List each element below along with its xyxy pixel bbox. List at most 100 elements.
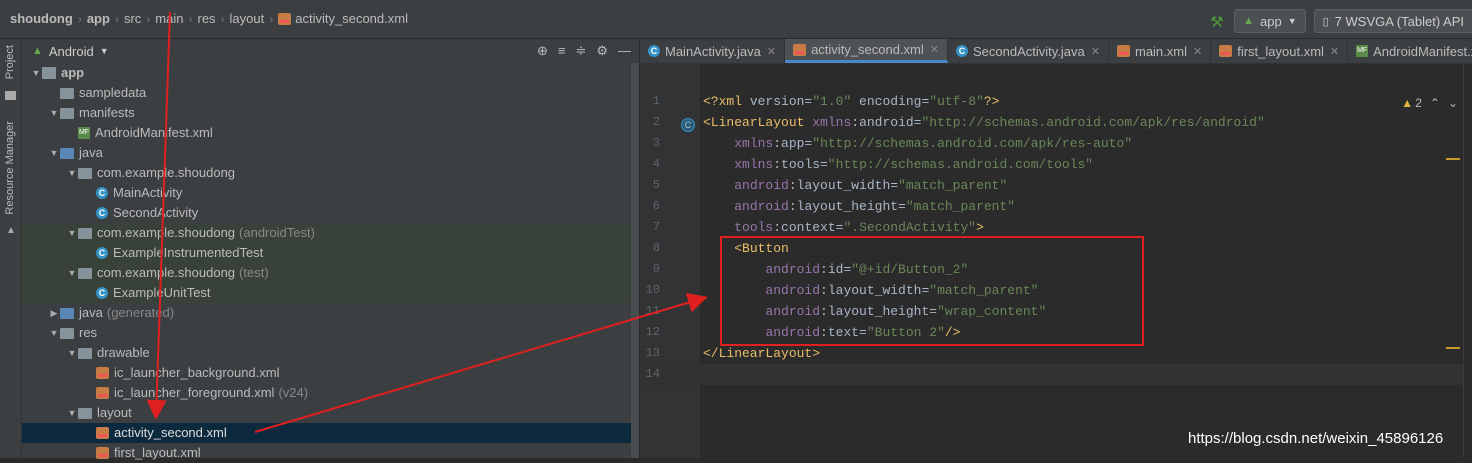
code-line[interactable]: 3 xmlns:app="http://schemas.android.com/… [640, 133, 1472, 154]
tree-item-label: com.example.shoudong [97, 225, 236, 240]
folder-icon [60, 107, 74, 119]
expand-arrow-icon[interactable]: ▼ [48, 103, 60, 123]
tree-item-label: layout [97, 405, 132, 420]
tree-item[interactable]: ic_launcher_background.xml [22, 363, 639, 383]
minimize-icon[interactable]: — [618, 43, 631, 59]
close-icon[interactable]: ✕ [767, 45, 776, 58]
tree-item-label: manifests [79, 105, 135, 120]
code-text: xmlns:tools="http://schemas.android.com/… [734, 157, 1094, 172]
code-line[interactable]: 4 xmlns:tools="http://schemas.android.co… [640, 154, 1472, 175]
tree-item[interactable]: activity_second.xml [22, 423, 639, 443]
tree-item[interactable]: ▼ java [22, 143, 639, 163]
close-icon[interactable]: ✕ [1330, 45, 1339, 58]
run-config-dropdown[interactable]: ▲ app ▼ [1234, 9, 1306, 33]
editor-scrollbar[interactable] [1463, 64, 1472, 458]
warning-count: 2 [1415, 96, 1422, 110]
breadcrumb-item[interactable]: src [124, 11, 141, 26]
chevron-down-icon[interactable]: ⌄ [1448, 96, 1458, 110]
expand-arrow-icon[interactable]: ▼ [66, 163, 78, 183]
xml-icon [793, 43, 807, 56]
tree-item[interactable]: ▼ com.example.shoudong (androidTest) [22, 223, 639, 243]
code-line[interactable]: 13 </LinearLayout> [640, 343, 1472, 364]
editor-tab[interactable]: MF AndroidManifest.xml [1348, 39, 1472, 63]
expand-arrow-icon[interactable]: ▼ [30, 63, 42, 83]
breadcrumb: shoudong › app › src › main › res › layout › a… [10, 11, 408, 26]
tree-item[interactable]: ▶ java (generated) [22, 303, 639, 323]
expand-all-icon[interactable]: ≡ [558, 43, 566, 59]
tree-item[interactable]: MF AndroidManifest.xml [22, 123, 639, 143]
folder-icon [78, 167, 92, 179]
project-tool-tab[interactable]: Project [4, 45, 16, 79]
editor-tab[interactable]: first_layout.xml ✕ [1211, 39, 1349, 63]
expand-arrow-icon[interactable]: ▼ [66, 223, 78, 243]
editor-tab[interactable]: C MainActivity.java ✕ [640, 39, 786, 63]
line-number: 11 [645, 304, 660, 318]
tree-item[interactable]: ▼ drawable [22, 343, 639, 363]
tree-item[interactable]: ▼ manifests [22, 103, 639, 123]
tree-item-label: first_layout.xml [114, 445, 201, 460]
editor-tab[interactable]: main.xml ✕ [1109, 39, 1212, 63]
breadcrumb-item[interactable]: shoudong [10, 11, 73, 26]
tree-item-suffix: (v24) [278, 385, 309, 400]
tree-item[interactable]: ▼ app [22, 63, 639, 83]
inspection-widget[interactable]: ▲ 2 ⌃ ⌄ [1401, 96, 1458, 110]
breadcrumb-separator: › [146, 11, 151, 26]
code-line[interactable]: 6 android:layout_height="match_parent" [640, 196, 1472, 217]
line-number: 3 [652, 136, 660, 150]
device-dropdown[interactable]: ▯ 7 WSVGA (Tablet) API [1313, 9, 1472, 33]
expand-arrow-icon[interactable]: ▼ [48, 143, 60, 163]
line-number: 7 [652, 220, 660, 234]
folder-icon [5, 91, 16, 100]
breadcrumb-separator: › [269, 11, 274, 26]
tree-item[interactable]: sampledata [22, 83, 639, 103]
editor-tab-label: activity_second.xml [811, 42, 924, 57]
tree-item-label: ExampleInstrumentedTest [113, 245, 264, 260]
tree-item-label: res [79, 325, 98, 340]
close-icon[interactable]: ✕ [930, 43, 939, 56]
code-text: xmlns:app="http://schemas.android.com/ap… [734, 136, 1133, 151]
breadcrumb-item[interactable]: res [197, 11, 215, 26]
tree-item[interactable]: ▼ com.example.shoudong [22, 163, 639, 183]
resource-manager-tool-tab[interactable]: Resource Manager [4, 121, 16, 215]
close-icon[interactable]: ✕ [1091, 45, 1100, 58]
tree-item[interactable]: C ExampleInstrumentedTest [22, 243, 639, 263]
class-gutter-icon[interactable]: C [681, 118, 695, 132]
breadcrumb-item-current[interactable]: activity_second.xml [295, 11, 408, 26]
editor-tab[interactable]: activity_second.xml ✕ [785, 39, 948, 63]
class-icon: C [96, 247, 108, 259]
expand-arrow-icon[interactable]: ▼ [48, 323, 60, 343]
tree-item[interactable]: ▼ res [22, 323, 639, 343]
line-number: 6 [652, 199, 660, 213]
code-line[interactable]: 1 <?xml version="1.0" encoding="utf-8"?> [640, 91, 1472, 112]
tree-item[interactable]: C ExampleUnitTest [22, 283, 639, 303]
locate-icon[interactable]: ⊕ [537, 43, 548, 59]
chevron-up-icon[interactable]: ⌃ [1430, 96, 1440, 110]
tree-item[interactable]: ▼ layout [22, 403, 639, 423]
tree-item[interactable]: ▼ com.example.shoudong (test) [22, 263, 639, 283]
gear-icon[interactable]: ⚙ [596, 43, 608, 59]
tree-item[interactable]: first_layout.xml [22, 443, 639, 463]
collapse-arrow-icon[interactable]: ▶ [48, 303, 60, 323]
tree-item[interactable]: C MainActivity [22, 183, 639, 203]
editor-tab-label: AndroidManifest.xml [1373, 43, 1472, 59]
module-icon [42, 67, 56, 79]
tree-item-label: com.example.shoudong [97, 265, 236, 280]
expand-arrow-icon[interactable]: ▼ [66, 343, 78, 363]
close-icon[interactable]: ✕ [1193, 45, 1202, 58]
code-line[interactable]: 5 android:layout_width="match_parent" [640, 175, 1472, 196]
breadcrumb-item[interactable]: app [87, 11, 110, 26]
editor-tab[interactable]: C SecondActivity.java ✕ [948, 39, 1109, 63]
breadcrumb-item[interactable]: layout [230, 11, 265, 26]
tree-item[interactable]: C SecondActivity [22, 203, 639, 223]
xml-file-icon [96, 447, 109, 459]
expand-arrow-icon[interactable]: ▼ [66, 263, 78, 283]
breadcrumb-item[interactable]: main [155, 11, 183, 26]
expand-arrow-icon[interactable]: ▼ [66, 403, 78, 423]
code-line[interactable]: 2 <LinearLayout xmlns:android="http://sch… [640, 112, 1472, 133]
collapse-all-icon[interactable]: ≑ [575, 43, 586, 59]
vertical-scrollbar[interactable] [631, 63, 639, 458]
tree-item[interactable]: ic_launcher_foreground.xml (v24) [22, 383, 639, 403]
code-line[interactable]: 14 [640, 364, 1472, 385]
code-line[interactable]: 7 tools:context=".SecondActivity"> [640, 217, 1472, 238]
hammer-build-icon[interactable]: ⚒ [1210, 13, 1226, 31]
